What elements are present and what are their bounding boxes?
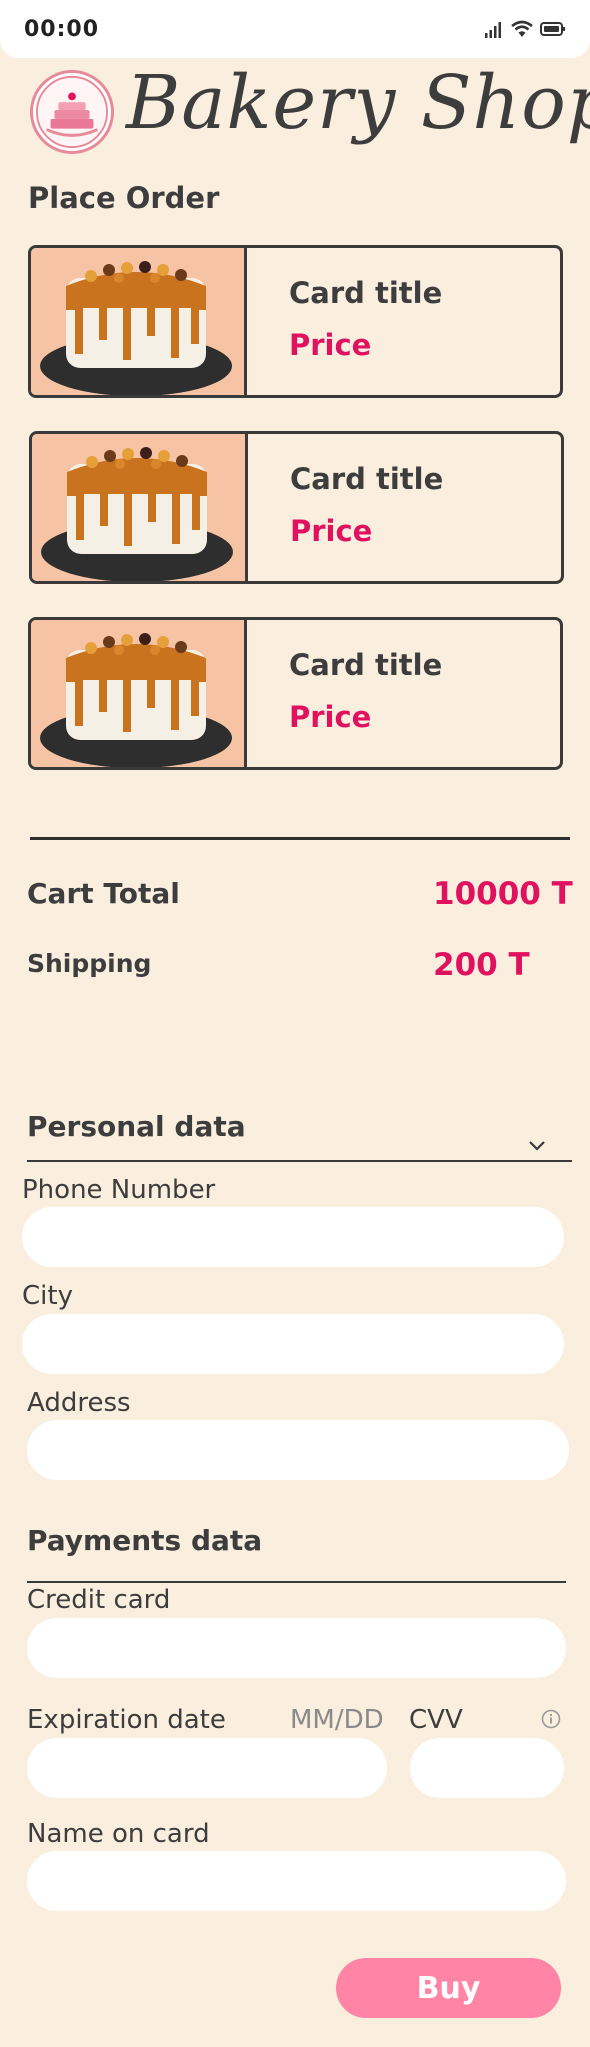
header: Bakery Shop xyxy=(30,60,590,162)
status-time: 00:00 xyxy=(24,16,100,42)
product-price: Price xyxy=(289,328,372,362)
cake-logo-icon xyxy=(35,75,109,149)
bakery-logo[interactable] xyxy=(30,70,114,154)
city-input[interactable] xyxy=(22,1314,564,1374)
status-icons xyxy=(484,20,566,38)
address-input[interactable] xyxy=(27,1420,569,1480)
credit-card-label: Credit card xyxy=(27,1585,171,1615)
payments-data-section: Payments data xyxy=(27,1524,566,1583)
product-price: Price xyxy=(290,514,373,548)
city-label: City xyxy=(22,1281,73,1311)
phone-input[interactable] xyxy=(22,1207,564,1267)
product-title: Card title xyxy=(289,648,443,682)
cvv-label: CVV xyxy=(409,1705,463,1735)
credit-card-input[interactable] xyxy=(27,1618,566,1678)
personal-data-heading: Personal data xyxy=(27,1110,246,1143)
divider xyxy=(30,837,570,840)
signal-icon xyxy=(485,22,501,38)
info-icon[interactable] xyxy=(541,1709,561,1729)
product-price: Price xyxy=(289,700,372,734)
personal-data-accordion[interactable]: Personal data xyxy=(27,1110,572,1162)
payments-data-heading: Payments data xyxy=(27,1524,263,1557)
cake-image xyxy=(31,248,247,395)
cake-image xyxy=(31,620,247,767)
expiration-date-hint: MM/DD xyxy=(290,1705,384,1735)
product-card[interactable]: Card title Price xyxy=(29,431,564,584)
status-bar: 00:00 xyxy=(0,0,590,58)
chevron-down-icon[interactable] xyxy=(528,1140,546,1152)
cake-image xyxy=(32,434,248,581)
expiration-date-label: Expiration date xyxy=(27,1705,226,1735)
product-card[interactable]: Card title Price xyxy=(28,245,563,398)
place-order-heading: Place Order xyxy=(28,181,220,215)
wifi-icon xyxy=(511,20,533,37)
shipping-value: 200 T xyxy=(433,947,530,983)
product-card[interactable]: Card title Price xyxy=(28,617,563,770)
product-info: Card title Price xyxy=(247,620,442,767)
product-title: Card title xyxy=(289,276,443,310)
cart-total-value: 10000 T xyxy=(433,876,573,912)
buy-button[interactable]: Buy xyxy=(336,1958,561,2018)
battery-icon xyxy=(540,22,565,36)
address-label: Address xyxy=(27,1388,131,1418)
cake-picture xyxy=(31,248,241,395)
expiration-date-input[interactable] xyxy=(27,1738,387,1798)
brand-title: Bakery Shop xyxy=(126,60,590,146)
shipping-label: Shipping xyxy=(27,949,152,978)
name-on-card-input[interactable] xyxy=(27,1851,566,1911)
cake-picture xyxy=(31,620,241,767)
phone-label: Phone Number xyxy=(22,1175,216,1205)
product-info: Card title Price xyxy=(247,248,442,395)
product-title: Card title xyxy=(290,462,444,496)
product-info: Card title Price xyxy=(248,434,443,581)
cake-picture xyxy=(32,434,242,581)
name-on-card-label: Name on card xyxy=(27,1819,210,1849)
cvv-input[interactable] xyxy=(410,1738,564,1798)
cart-total-label: Cart Total xyxy=(27,877,180,910)
